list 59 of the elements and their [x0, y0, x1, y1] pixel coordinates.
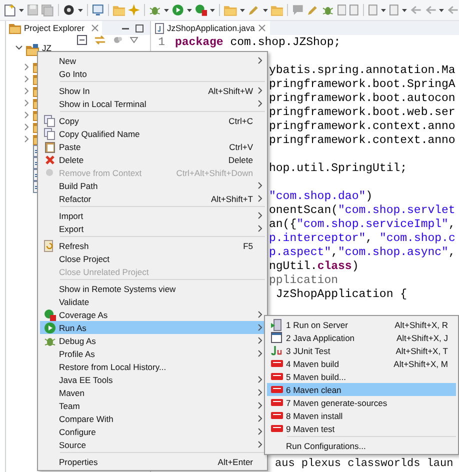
menu-item[interactable]: 4 Maven build Alt+Shift+X, M	[267, 357, 456, 370]
menu-item[interactable]: Export	[40, 222, 265, 235]
menu-item[interactable]: Validate	[40, 295, 265, 308]
code-line: pplication	[269, 274, 338, 288]
code-line: pringframework.boot.SpringA	[269, 78, 456, 92]
menu-item[interactable]: Properties Alt+Enter	[40, 455, 265, 468]
code-line: pringframework.context.anno	[269, 134, 456, 148]
menu-item[interactable]: 8 Maven install	[267, 409, 456, 422]
menu-item[interactable]: 9 Maven test	[267, 422, 456, 435]
code-line: pringframework.context.anno	[269, 120, 456, 134]
menu-item[interactable]: Refresh F5	[40, 239, 265, 252]
menu-item[interactable]: Java EE Tools	[40, 373, 265, 386]
menu-item[interactable]: Copy Ctrl+C	[40, 114, 265, 127]
code-line: ybatis.spring.annotation.Ma	[269, 64, 456, 78]
console-text: aus plexus classworlds laun	[275, 458, 454, 470]
code-line: pringframework.boot.autocon	[269, 92, 456, 106]
menu-item[interactable]: Show in Remote Systems view	[40, 282, 265, 295]
menu-item[interactable]: Go Into	[40, 67, 265, 80]
menu-item[interactable]: Refactor Alt+Shift+T	[40, 192, 265, 205]
project-explorer-tab[interactable]: Project Explorer	[6, 21, 102, 35]
menu-item[interactable]: Team	[40, 399, 265, 412]
code-line: JzShopApplication {	[274, 288, 408, 302]
menu-item[interactable]: Restore from Local History...	[40, 360, 265, 373]
menu-item[interactable]: Profile As	[40, 347, 265, 360]
code-line: hop.util.SpringUtil;	[269, 162, 408, 176]
menu-item[interactable]: Paste Ctrl+V	[40, 140, 265, 153]
menu-item[interactable]: Run Configurations...	[267, 439, 456, 452]
menu-item[interactable]: Maven	[40, 386, 265, 399]
menu-item[interactable]: Debug As	[40, 334, 265, 347]
code-line: p.interceptor", "com.shop.c	[269, 232, 456, 246]
editor-tab[interactable]: JzShopApplication.java	[151, 21, 270, 35]
code-line: onentScan("com.shop.servlet	[269, 204, 456, 218]
menu-item[interactable]: 5 Maven build...	[267, 370, 456, 383]
menu-item[interactable]: Close Project	[40, 252, 265, 265]
menu-item[interactable]: 7 Maven generate-sources	[267, 396, 456, 409]
menu-item[interactable]: Build Path	[40, 179, 265, 192]
menu-item[interactable]: Coverage As	[40, 308, 265, 321]
menu-item[interactable]: Import	[40, 209, 265, 222]
menu-item[interactable]: Compare With	[40, 412, 265, 425]
code-line: "com.shop.dao")	[269, 190, 373, 204]
code-line: pringframework.boot.web.ser	[269, 106, 456, 120]
code-line: an({"com.shop.serviceImpl",	[269, 218, 456, 232]
code-line: package com.shop.JZShop;	[175, 36, 341, 50]
menu-item[interactable]: Delete Delete	[40, 153, 265, 166]
menu-item[interactable]: Configure	[40, 425, 265, 438]
menu-item[interactable]: 6 Maven clean	[267, 383, 456, 396]
menu-item[interactable]: Show in Local Terminal	[40, 97, 265, 110]
menu-item[interactable]: Source	[40, 438, 265, 451]
code-line: p.aspect","com.shop.async",	[269, 246, 456, 260]
menu-item[interactable]: 1 Run on Server Alt+Shift+X, R	[267, 318, 456, 331]
menu-item[interactable]: New	[40, 54, 265, 67]
menu-item[interactable]: Copy Qualified Name	[40, 127, 265, 140]
menu-item[interactable]: Show In Alt+Shift+W	[40, 84, 265, 97]
menu-item[interactable]: 2 Java Application Alt+Shift+X, J	[267, 331, 456, 344]
code-line: ngUtil.class)	[269, 260, 359, 274]
menu-item[interactable]: 3 JUnit Test Alt+Shift+X, T	[267, 344, 456, 357]
line-number: 1	[157, 36, 166, 50]
menu-item[interactable]: Run As	[40, 321, 265, 334]
project-name[interactable]: JZ	[42, 44, 52, 52]
